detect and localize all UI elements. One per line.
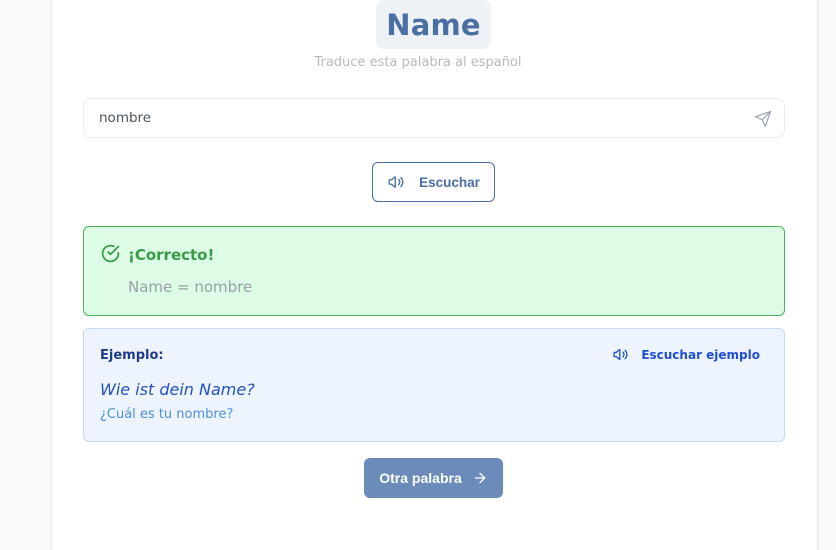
listen-button[interactable]: Escuchar [372, 162, 495, 202]
feedback-correct: ¡Correcto! Name = nombre [83, 226, 785, 316]
next-word-label: Otra palabra [379, 470, 462, 486]
listen-example-button[interactable]: Escuchar ejemplo [612, 346, 760, 363]
example-translation: ¿Cuál es tu nombre? [100, 407, 234, 422]
next-word-button[interactable]: Otra palabra [364, 458, 503, 498]
target-word: Name [386, 7, 481, 42]
example-label: Ejemplo: [100, 348, 164, 363]
answer-input[interactable] [99, 99, 739, 137]
listen-button-label: Escuchar [419, 174, 480, 190]
answer-field [83, 98, 785, 138]
speaker-icon [388, 176, 404, 188]
speaker-icon [613, 348, 628, 361]
word-card: Name [376, 0, 491, 49]
example-panel: Ejemplo: Escuchar ejemplo Wie ist dein N… [83, 328, 785, 442]
send-icon[interactable] [754, 110, 772, 128]
listen-example-label: Escuchar ejemplo [641, 347, 760, 362]
example-sentence: Wie ist dein Name? [100, 380, 255, 399]
feedback-title: ¡Correcto! [128, 246, 215, 264]
instruction-text: Traduce esta palabra al español [314, 55, 522, 70]
arrow-right-icon [474, 472, 486, 484]
feedback-equation: Name = nombre [128, 278, 253, 296]
check-circle-icon [101, 244, 120, 263]
